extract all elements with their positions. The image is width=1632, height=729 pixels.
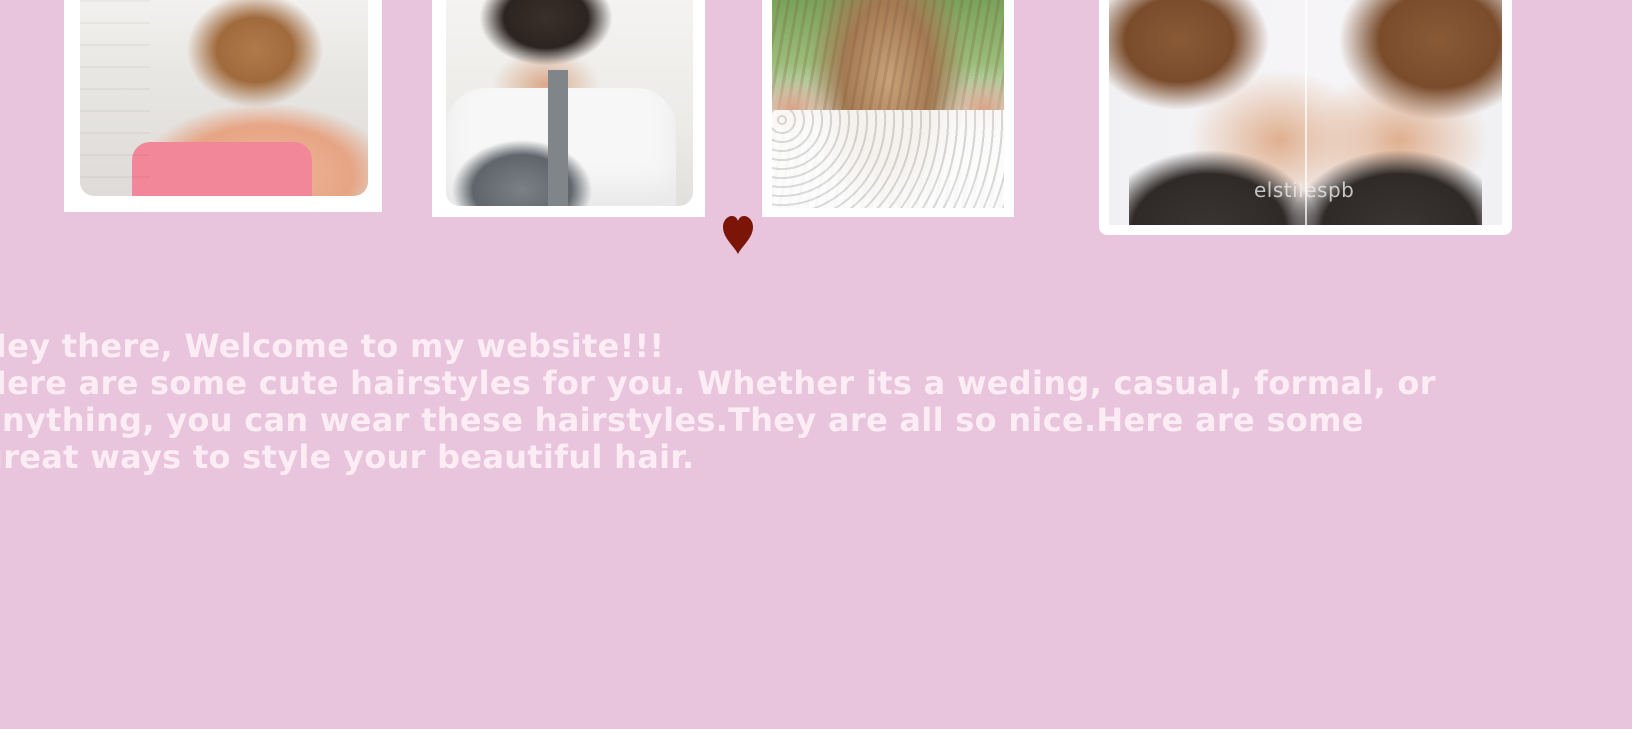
photo-frame-curly-hair [762,0,1014,217]
photo-braided-bun [80,0,368,196]
photo-frame-braided-bun [64,0,382,212]
intro-line-1: Hey there, Welcome to my website!!! [0,327,665,365]
intro-text: Hey there, Welcome to my website!!! Here… [0,328,1440,476]
intro-line-4: great ways to style your beautiful hair. [0,438,695,476]
photo-watermark: elstilespb [1254,178,1355,202]
photo-curly-hair [772,0,1004,208]
heart-icon [723,216,753,254]
photo-updo: elstilespb [1109,0,1502,225]
intro-line-2: Here are some cute hairstyles for you. W… [0,364,1436,402]
photo-french-braids [446,0,693,206]
intro-line-3: anything, you can wear these hairstyles.… [0,401,1364,439]
photo-frame-updo: elstilespb [1099,0,1512,235]
photo-frame-french-braids [432,0,705,217]
